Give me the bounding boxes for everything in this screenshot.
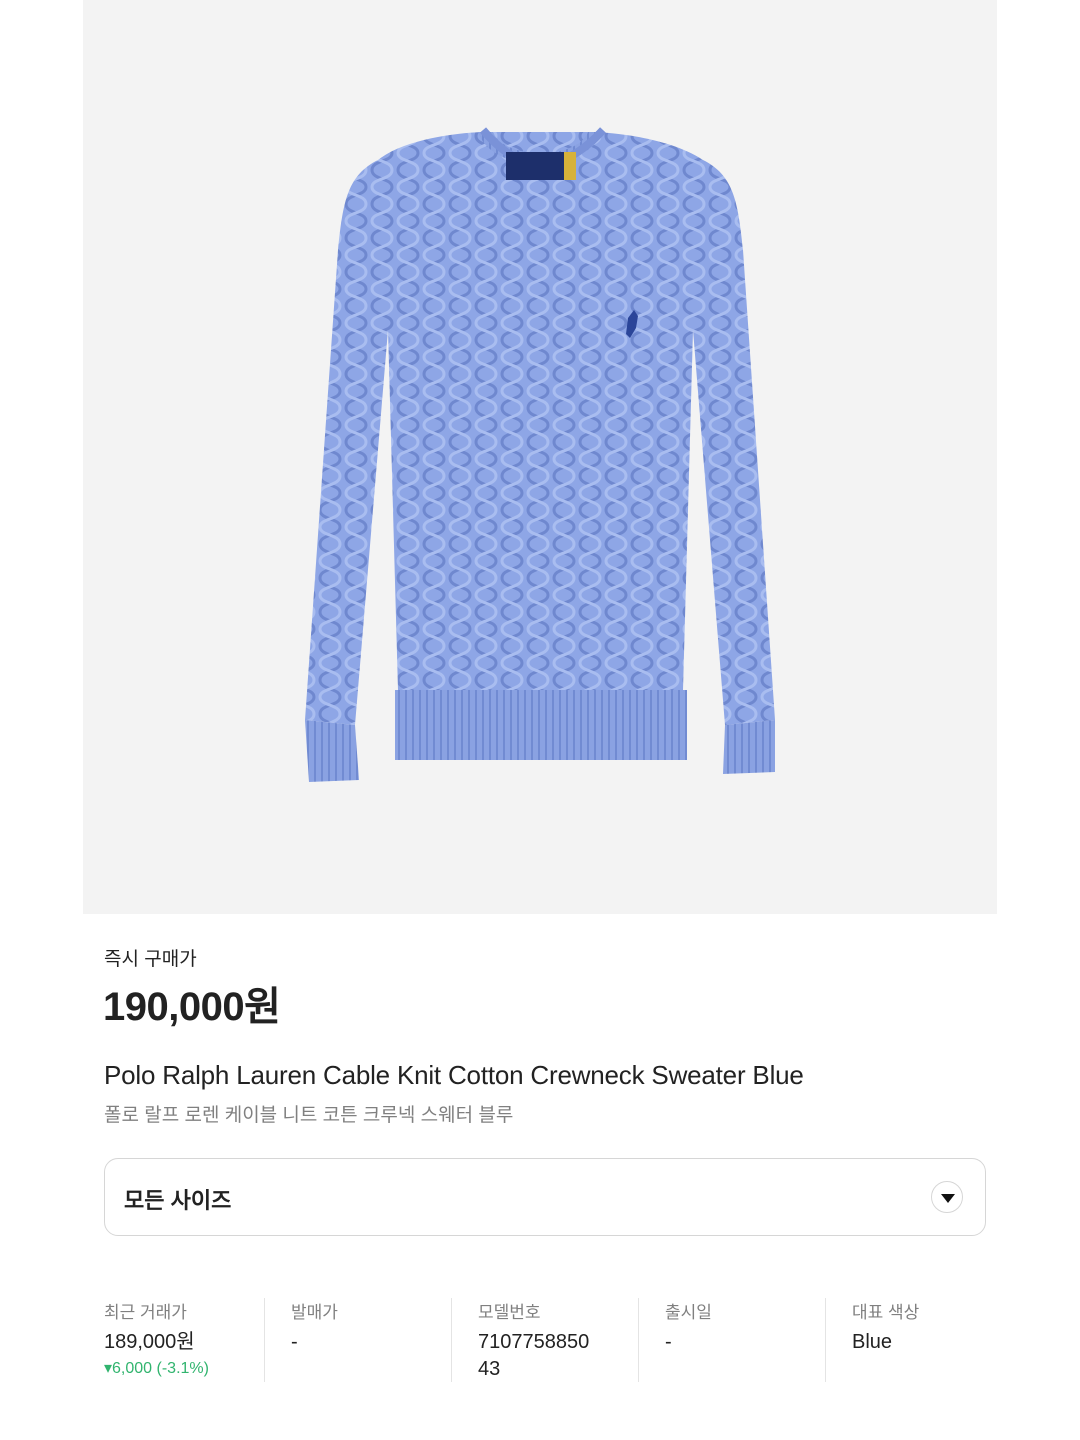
size-select-label: 모든 사이즈 bbox=[124, 1188, 232, 1213]
brand-label bbox=[506, 152, 564, 180]
info-key: 최근 거래가 bbox=[104, 1303, 187, 1322]
buy-now-price: 190,000원 bbox=[103, 985, 281, 1029]
sweater-hem bbox=[395, 690, 687, 760]
info-value-line1: 7107758850 bbox=[478, 1331, 590, 1353]
sweater-illustration bbox=[305, 127, 775, 782]
product-image[interactable] bbox=[83, 0, 997, 914]
size-select-dropdown[interactable]: 모든 사이즈 bbox=[104, 1158, 986, 1236]
info-value: 189,000원 bbox=[104, 1331, 195, 1353]
product-title-en: Polo Ralph Lauren Cable Knit Cotton Crew… bbox=[104, 1060, 804, 1090]
info-model-no: 모델번호 7107758850 43 bbox=[451, 1298, 638, 1382]
product-info-table: 최근 거래가 189,000원 ▾6,000 (-3.1%) 발매가 - 모델번… bbox=[104, 1298, 986, 1382]
info-recent-trade: 최근 거래가 189,000원 ▾6,000 (-3.1%) bbox=[104, 1298, 264, 1382]
price-label: 즉시 구매가 bbox=[104, 949, 197, 970]
info-key: 발매가 bbox=[291, 1303, 338, 1322]
chevron-down-icon[interactable] bbox=[931, 1181, 963, 1213]
product-title-ko: 폴로 랄프 로렌 케이블 니트 코튼 크루넥 스웨터 블루 bbox=[104, 1105, 514, 1126]
info-value-line2: 43 bbox=[478, 1358, 501, 1380]
price-change: ▾6,000 (-3.1%) bbox=[104, 1360, 209, 1377]
info-value: Blue bbox=[852, 1331, 893, 1353]
info-value: - bbox=[291, 1331, 298, 1353]
info-key: 대표 색상 bbox=[852, 1303, 920, 1322]
info-release-price: 발매가 - bbox=[264, 1298, 451, 1382]
info-key: 출시일 bbox=[665, 1303, 712, 1322]
info-release-date: 출시일 - bbox=[638, 1298, 825, 1382]
info-key: 모델번호 bbox=[478, 1303, 541, 1322]
sweater-body bbox=[305, 132, 775, 725]
info-color: 대표 색상 Blue bbox=[825, 1298, 986, 1382]
info-value: - bbox=[665, 1331, 672, 1353]
